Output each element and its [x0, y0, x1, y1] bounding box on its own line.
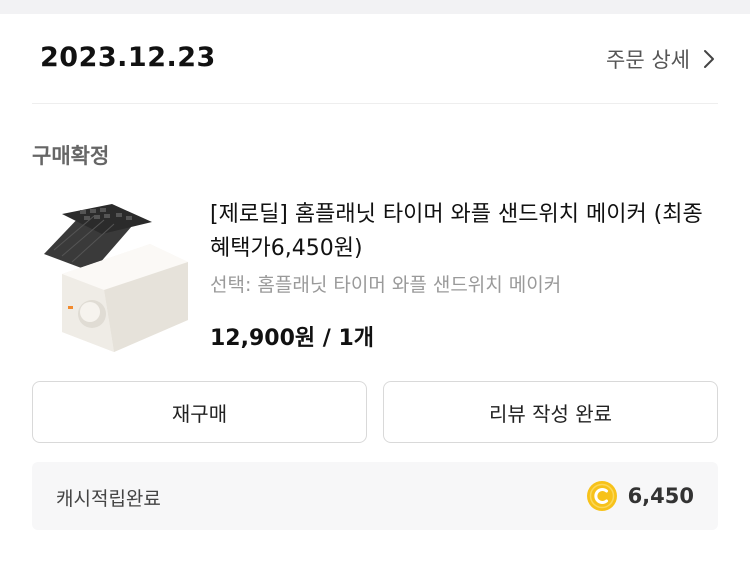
- order-status: 구매확정: [32, 144, 110, 168]
- cashback-amount-group: 6,450: [586, 480, 694, 512]
- product-option: 선택: 홈플래닛 타이머 와플 샌드위치 메이커: [210, 274, 562, 296]
- chevron-right-icon: [704, 50, 714, 68]
- order-header: 2023.12.23 주문 상세: [32, 14, 718, 104]
- order-card: 2023.12.23 주문 상세 구매확정 [제로딜] 홈플래닛 타이머 와플 …: [0, 14, 750, 561]
- rebuy-button[interactable]: 재구매: [32, 381, 367, 443]
- product-thumbnail[interactable]: [32, 204, 192, 364]
- cashback-amount: 6,450: [627, 484, 694, 508]
- review-complete-button[interactable]: 리뷰 작성 완료: [383, 381, 718, 443]
- order-detail-label: 주문 상세: [606, 48, 690, 72]
- cashback-label: 캐시적립완료: [56, 488, 161, 510]
- order-detail-link[interactable]: 주문 상세: [606, 44, 718, 74]
- coin-icon: [586, 481, 617, 511]
- product-title[interactable]: [제로딜] 홈플래닛 타이머 와플 샌드위치 메이커 (최종혜택가6,450원): [210, 198, 710, 266]
- cashback-panel: 캐시적립완료 6,450: [32, 462, 718, 530]
- order-date: 2023.12.23: [40, 42, 216, 73]
- product-price: 12,900원 / 1개: [210, 326, 375, 351]
